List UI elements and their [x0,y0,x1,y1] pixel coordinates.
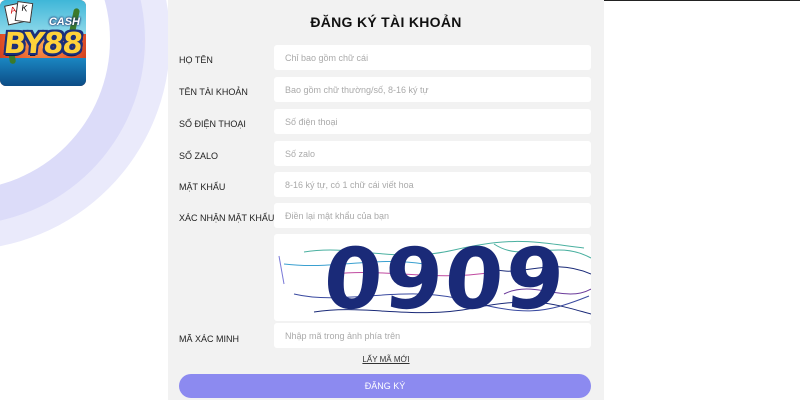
captcha-image: 0909 [274,234,591,321]
confirm-password-input[interactable] [274,203,591,228]
confirm-password-label: XÁC NHẬN MẬT KHẨU [179,213,275,223]
register-button[interactable]: ĐĂNG KÝ [179,374,591,398]
captcha-code: 0909 [320,234,570,321]
captcha-input[interactable] [274,323,591,348]
form-title: ĐĂNG KÝ TÀI KHOẢN [310,14,462,30]
zalo-label: SỐ ZALO [179,151,219,161]
phone-input[interactable] [274,109,591,134]
brand-logo[interactable]: A K CASH BY88 [0,0,86,86]
username-input[interactable] [274,77,591,102]
fullname-label: HỌ TÊN [179,55,213,65]
refresh-captcha-link[interactable]: LẤY MÃ MỚI [168,355,604,364]
password-input[interactable] [274,172,591,197]
logo-brand-text: BY88 [2,26,84,60]
card-icon: K [14,0,34,24]
captcha-label: MÃ XÁC MINH [179,334,240,344]
username-label: TÊN TÀI KHOẢN [179,87,248,97]
register-panel: ĐĂNG KÝ TÀI KHOẢN HỌ TÊN TÊN TÀI KHOẢN S… [168,0,604,400]
zalo-input[interactable] [274,141,591,166]
fullname-input[interactable] [274,45,591,70]
top-border-line [604,0,800,1]
phone-label: SỐ ĐIỆN THOẠI [179,119,246,129]
password-label: MẬT KHẨU [179,182,226,192]
